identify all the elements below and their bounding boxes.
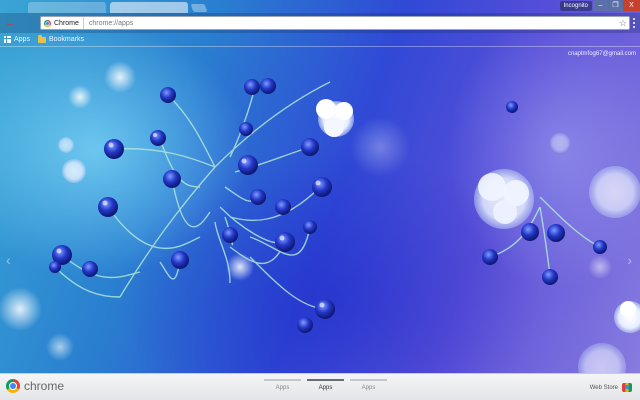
toolbar: ← Chrome chrome://apps ☆ [0,13,640,33]
page-tab-apps-3[interactable]: Apps [350,379,387,391]
page-tab-label: Apps [275,385,290,391]
folder-icon [37,35,46,43]
web-store-icon [622,383,632,392]
url-text[interactable]: chrome://apps [84,20,133,27]
new-tab-button[interactable] [190,4,208,12]
browser-tab-active[interactable] [110,2,188,13]
omnibox[interactable]: Chrome chrome://apps ☆ [40,16,630,30]
menu-dots-icon[interactable] [631,17,637,29]
page-tab-apps-1[interactable]: Apps [264,379,301,391]
previous-page-arrow-icon[interactable]: ‹ [6,252,11,268]
page-tab-label: Apps [318,385,333,391]
bookmark-apps[interactable]: Apps [4,36,30,43]
page-indicator-bar [350,379,387,381]
page-switcher: Apps Apps Apps [264,379,387,391]
page-indicator-bar [307,379,344,381]
page-tab-apps-2[interactable]: Apps [307,379,344,391]
chrome-logo-icon [44,19,51,27]
web-store-link[interactable]: Web Store [590,383,632,392]
close-window-button[interactable]: X [623,0,640,11]
site-chip[interactable]: Chrome [41,17,84,29]
wallpaper: ‹ › [0,47,640,391]
brand-text: chrome [24,379,65,393]
bookmark-label: Bookmarks [48,36,84,43]
site-chip-label: Chrome [54,19,79,27]
profile-chip[interactable]: Incognito [559,1,592,11]
browser-tab[interactable] [28,2,106,13]
bookmark-label: Apps [14,36,30,43]
bookmark-star-icon[interactable]: ☆ [619,18,627,29]
flower-illustration [0,61,640,391]
minimize-button[interactable]: – [593,0,608,11]
back-arrow-icon[interactable]: ← [4,17,16,29]
next-page-arrow-icon[interactable]: › [627,252,632,268]
web-store-label: Web Store [589,384,618,391]
maximize-button[interactable]: ❐ [608,0,623,11]
bottom-bar: chrome Apps Apps Apps Web Store [0,373,640,400]
page-tab-label: Apps [361,385,376,391]
bookmark-folder[interactable]: Bookmarks [37,35,84,43]
chrome-logo-icon [6,379,20,393]
chrome-brand: chrome [6,379,64,393]
title-bar: Incognito – ❐ X [0,0,640,13]
bookmarks-bar: Apps Bookmarks [0,33,640,47]
page-indicator-bar [264,379,301,381]
apps-grid-icon [4,36,11,43]
